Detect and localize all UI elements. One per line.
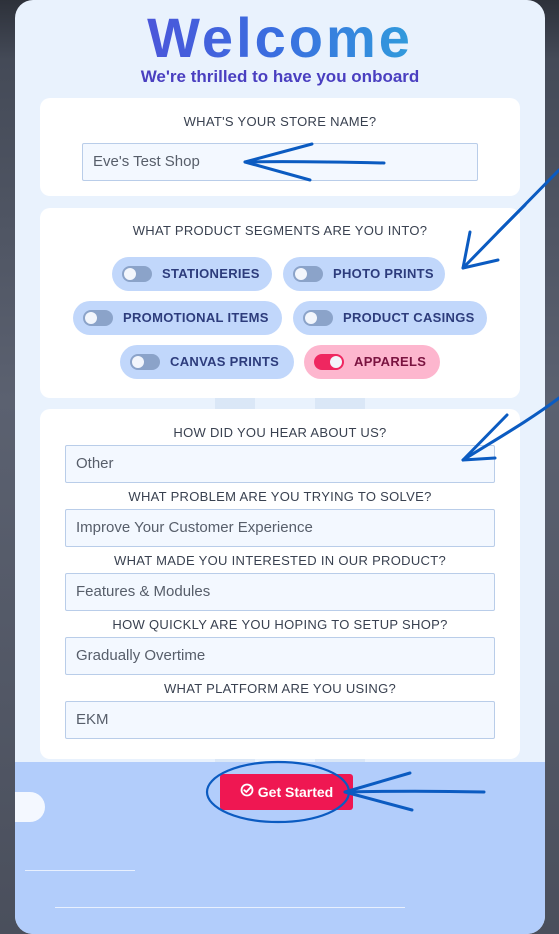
problem-select[interactable]: Improve Your Customer Experience [65,509,495,547]
segment-toggle-stationeries[interactable]: STATIONERIES [112,257,272,291]
snow-line [25,870,135,871]
product-segments-card: WHAT PRODUCT SEGMENTS ARE YOU INTO? STAT… [40,208,520,398]
toggle-switch[interactable] [293,266,323,282]
segment-toggle-product-casings[interactable]: PRODUCT CASINGS [293,301,487,335]
segment-toggle-photo-prints[interactable]: PHOTO PRINTS [283,257,445,291]
question-label-setup-speed: HOW QUICKLY ARE YOU HOPING TO SETUP SHOP… [112,617,448,632]
segment-label: CANVAS PRINTS [170,354,280,369]
setup-speed-select[interactable]: Gradually Overtime [65,637,495,675]
get-started-label: Get Started [257,784,334,800]
store-name-input[interactable]: Eve's Test Shop [82,143,478,181]
toggle-knob [124,268,136,280]
toggle-knob [330,356,342,368]
platform-select[interactable]: EKM [65,701,495,739]
store-name-card: WHAT'S YOUR STORE NAME? Eve's Test Shop [40,98,520,196]
survey-card: HOW DID YOU HEAR ABOUT US? Other WHAT PR… [40,409,520,759]
toggle-knob [305,312,317,324]
toggle-switch[interactable] [130,354,160,370]
toggle-switch[interactable] [83,310,113,326]
segment-toggle-apparels[interactable]: APPARELS [304,345,440,379]
toggle-knob [295,268,307,280]
segment-label: STATIONERIES [162,266,260,281]
page-subtitle: We're thrilled to have you onboard [140,67,420,86]
get-started-button[interactable]: Get Started [220,774,353,810]
toggle-switch[interactable] [314,354,344,370]
product-segments-label: WHAT PRODUCT SEGMENTS ARE YOU INTO? [132,223,428,238]
toggle-switch[interactable] [303,310,333,326]
segment-label: APPARELS [354,354,427,369]
referral-select[interactable]: Other [65,445,495,483]
toggle-knob [85,312,97,324]
segment-toggle-canvas-prints[interactable]: CANVAS PRINTS [120,345,294,379]
question-label-problem: WHAT PROBLEM ARE YOU TRYING TO SOLVE? [128,489,432,504]
question-label-referral: HOW DID YOU HEAR ABOUT US? [173,425,387,440]
store-name-label: WHAT'S YOUR STORE NAME? [183,114,377,129]
check-circle-icon [240,774,254,810]
segment-label: PROMOTIONAL ITEMS [123,310,269,325]
toggle-switch[interactable] [122,266,152,282]
segment-label: PRODUCT CASINGS [343,310,475,325]
segment-toggle-promotional-items[interactable]: PROMOTIONAL ITEMS [73,301,282,335]
welcome-modal: Welcome We're thrilled to have you onboa… [15,0,545,934]
question-label-interest: WHAT MADE YOU INTERESTED IN OUR PRODUCT? [114,553,446,568]
segment-label: PHOTO PRINTS [333,266,434,281]
question-label-platform: WHAT PLATFORM ARE YOU USING? [163,681,397,696]
snow-line [55,907,405,908]
interest-select[interactable]: Features & Modules [65,573,495,611]
toggle-knob [132,356,144,368]
page-title: Welcome [15,6,545,70]
